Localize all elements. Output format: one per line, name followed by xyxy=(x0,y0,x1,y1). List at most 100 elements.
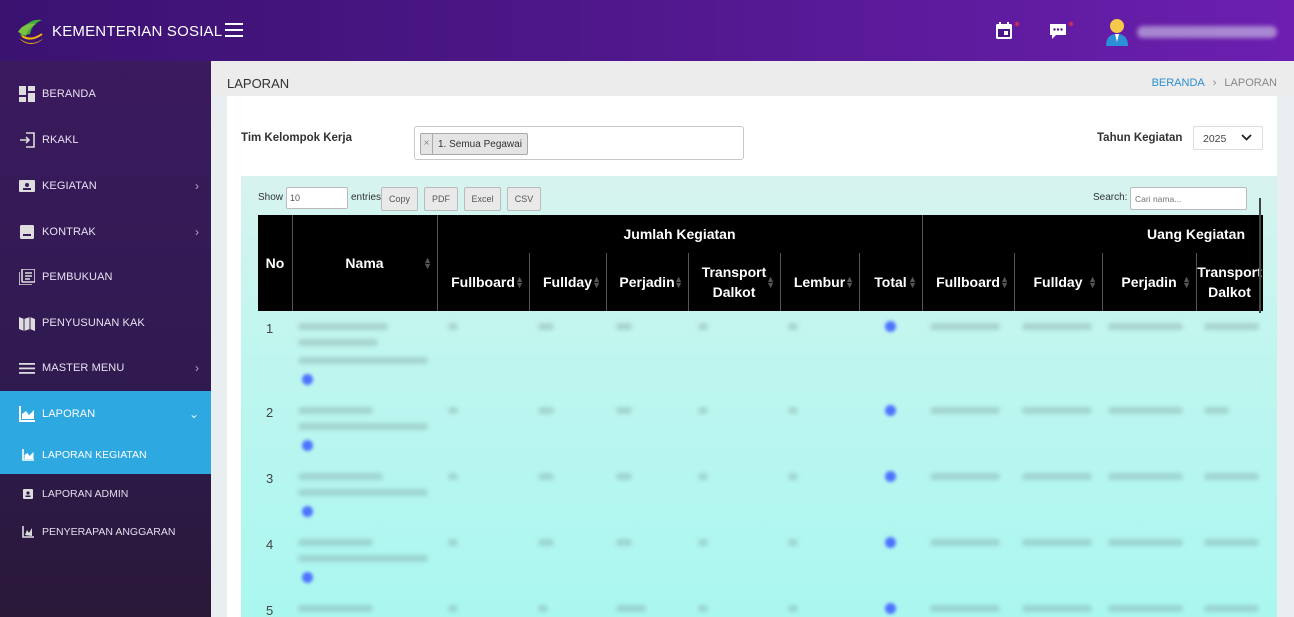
sort-icon: ▲ ▼ xyxy=(908,274,917,290)
dashboard-icon xyxy=(19,86,35,102)
group-header-label: Jumlah Kegiatan xyxy=(623,226,736,242)
sidebar-item-label: PENYUSUNAN KAK xyxy=(42,317,145,329)
app-title: KEMENTERIAN SOSIAL xyxy=(52,22,223,40)
search-input[interactable] xyxy=(1130,187,1247,210)
sort-icon: ▲ ▼ xyxy=(423,255,432,271)
top-navbar: KEMENTERIAN SOSIAL * * xyxy=(0,0,1294,61)
csv-button[interactable]: CSV xyxy=(507,187,541,211)
sidebar-item-pembukuan[interactable]: PEMBUKUAN xyxy=(0,254,211,300)
table-row[interactable]: 2 xyxy=(258,395,1263,461)
pdf-button[interactable]: PDF xyxy=(424,187,458,211)
col-header-no[interactable]: No xyxy=(258,215,292,311)
table-row[interactable]: 5 xyxy=(258,593,1263,617)
chevron-right-icon: › xyxy=(195,361,199,375)
svg-text:*: * xyxy=(1014,20,1020,33)
user-name-redacted[interactable] xyxy=(1137,26,1277,38)
sidebar-item-laporan[interactable]: LAPORAN ⌄ xyxy=(0,391,211,437)
sidebar-subitem-penyerapan-anggaran[interactable]: PENYERAPAN ANGGARAN xyxy=(0,513,211,551)
col-header-uang-transport-dalkot[interactable]: Transport Dalkot xyxy=(1196,253,1263,311)
chart-icon xyxy=(19,406,35,422)
tahun-kegiatan-select[interactable]: 2025 xyxy=(1193,126,1263,150)
chat-icon[interactable]: * xyxy=(1049,20,1075,44)
sidebar-item-rkakl[interactable]: RKAKL xyxy=(0,117,211,163)
excel-button[interactable]: Excel xyxy=(464,187,501,211)
sort-icon: ▲ ▼ xyxy=(766,274,775,290)
menu-icon xyxy=(19,363,35,374)
entries-label: entries xyxy=(351,192,382,203)
chevron-down-icon xyxy=(1241,134,1252,141)
badge-icon xyxy=(23,489,33,499)
sort-icon: ▲ ▼ xyxy=(674,274,683,290)
col-header-perjadin[interactable]: Perjadin ▲ ▼ xyxy=(606,253,688,311)
content-header: LAPORAN BERANDA › LAPORAN xyxy=(211,61,1294,96)
col-header-fullday[interactable]: Fullday ▲ ▼ xyxy=(529,253,606,311)
selected-chip: × 1. Semua Pegawai xyxy=(420,133,528,155)
sidebar-subitem-label: LAPORAN ADMIN xyxy=(42,488,129,500)
sort-icon: ▲ ▼ xyxy=(1000,274,1009,290)
sort-icon: ▲ ▼ xyxy=(592,274,601,290)
sidebar-subitem-laporan-kegiatan[interactable]: LAPORAN KEGIATAN xyxy=(0,436,211,474)
col-header-transport-dalkot[interactable]: Transport Dalkot ▲ ▼ xyxy=(688,253,780,311)
sidebar-item-label: BERANDA xyxy=(42,88,96,100)
sidebar-item-label: PEMBUKUAN xyxy=(42,271,113,283)
sidebar-subitem-label: PENYERAPAN ANGGARAN xyxy=(42,526,176,538)
table-header: No Nama ▲ ▼ Jumlah Kegiatan Uang Kegiatan … xyxy=(258,215,1263,311)
table-row[interactable]: 3 xyxy=(258,461,1263,527)
sidebar-subitem-laporan-admin[interactable]: LAPORAN ADMIN xyxy=(0,475,211,513)
breadcrumb-home-link[interactable]: BERANDA xyxy=(1152,77,1205,89)
row-number: 3 xyxy=(266,471,274,486)
col-header-label: No xyxy=(265,255,285,271)
calendar-icon[interactable]: * xyxy=(995,20,1021,44)
sidebar-item-beranda[interactable]: BERANDA xyxy=(0,71,211,117)
tahun-value: 2025 xyxy=(1203,133,1227,145)
table-row[interactable]: 1 xyxy=(258,311,1263,395)
col-header-label: Perjadin xyxy=(1121,274,1177,290)
col-header-label: Nama xyxy=(345,255,384,271)
sidebar-item-label: RKAKL xyxy=(42,134,79,146)
user-avatar-icon[interactable] xyxy=(1104,17,1130,47)
col-header-lembur[interactable]: Lembur ▲ ▼ xyxy=(780,253,859,311)
sidebar-item-label: LAPORAN xyxy=(42,408,96,420)
row-number: 4 xyxy=(266,537,274,552)
col-header-label: Fullboard xyxy=(451,274,515,290)
col-header-uang-fullboard[interactable]: Fullboard ▲ ▼ xyxy=(922,253,1014,311)
sort-icon: ▲ ▼ xyxy=(1088,274,1097,290)
col-header-fullboard[interactable]: Fullboard ▲ ▼ xyxy=(437,253,529,311)
table-scrollbar[interactable] xyxy=(1259,198,1261,313)
tim-kelompok-label: Tim Kelompok Kerja xyxy=(241,132,352,144)
row-number: 2 xyxy=(266,405,274,420)
sort-icon: ▲ ▼ xyxy=(515,274,524,290)
breadcrumb-separator-icon: › xyxy=(1212,77,1217,89)
table-row[interactable]: 4 xyxy=(258,527,1263,593)
entries-length-input[interactable]: 10 xyxy=(286,187,348,209)
sidebar-item-kontrak[interactable]: KONTRAK › xyxy=(0,209,211,255)
chart-icon xyxy=(22,449,34,461)
sidebar-item-penyusunan-kak[interactable]: PENYUSUNAN KAK xyxy=(0,300,211,346)
col-header-label: Total xyxy=(874,274,907,290)
sidebar-subitem-label: LAPORAN KEGIATAN xyxy=(42,449,147,461)
sidebar-item-master-menu[interactable]: MASTER MENU › xyxy=(0,345,211,391)
ledger-icon xyxy=(19,269,35,285)
col-header-uang-fullday[interactable]: Fullday ▲ ▼ xyxy=(1014,253,1102,311)
svg-text:*: * xyxy=(1068,20,1074,33)
col-header-label: Transport Dalkot xyxy=(701,264,767,300)
col-header-uang-perjadin[interactable]: Perjadin ▲ ▼ xyxy=(1102,253,1196,311)
tahun-kegiatan-label: Tahun Kegiatan xyxy=(1097,132,1183,144)
copy-button[interactable]: Copy xyxy=(381,187,418,211)
sort-icon: ▲ ▼ xyxy=(845,274,854,290)
col-header-label: Lembur xyxy=(793,274,846,290)
col-header-total[interactable]: Total ▲ ▼ xyxy=(859,253,922,311)
login-icon xyxy=(20,132,35,148)
col-header-label: Transport Dalkot xyxy=(1197,264,1262,300)
tim-kelompok-select[interactable]: × 1. Semua Pegawai xyxy=(414,126,744,160)
id-card-icon xyxy=(19,180,35,192)
brand[interactable]: KEMENTERIAN SOSIAL xyxy=(16,14,222,48)
sidebar-toggle-icon[interactable] xyxy=(225,23,243,37)
col-header-nama[interactable]: Nama ▲ ▼ xyxy=(292,215,437,311)
group-header-label: Uang Kegiatan xyxy=(1147,226,1246,242)
sidebar-item-kegiatan[interactable]: KEGIATAN › xyxy=(0,163,211,209)
sidebar-item-label: KONTRAK xyxy=(42,226,96,238)
sidebar-item-label: MASTER MENU xyxy=(42,362,125,374)
chevron-right-icon: › xyxy=(195,179,199,193)
chip-remove-icon[interactable]: × xyxy=(421,134,433,154)
